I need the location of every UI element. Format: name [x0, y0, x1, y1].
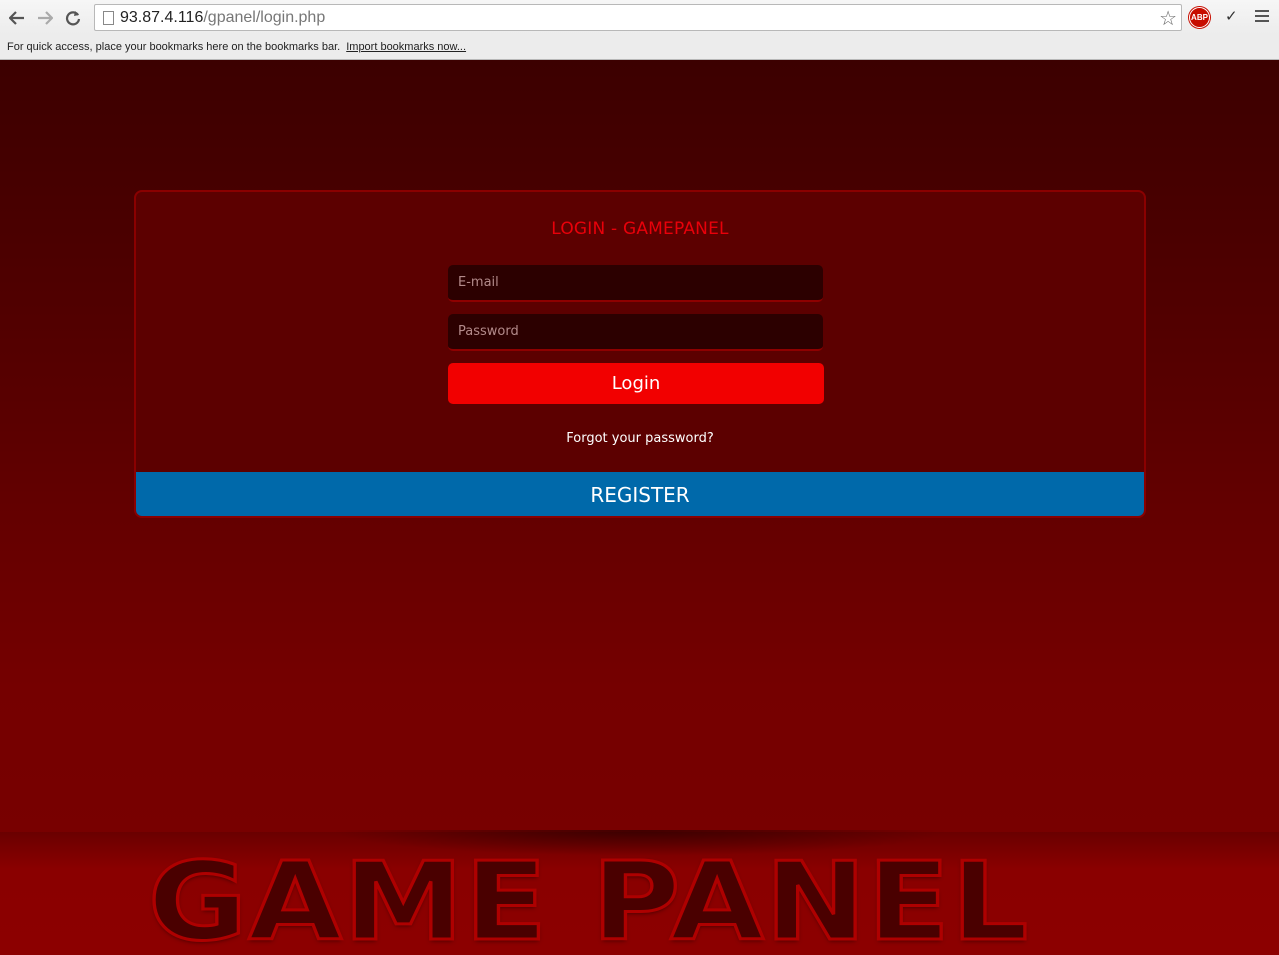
bookmarks-hint: For quick access, place your bookmarks h…: [7, 41, 341, 53]
password-placeholder: Password: [458, 324, 519, 339]
login-title: LOGIN - GAMEPANEL: [551, 219, 729, 239]
register-button[interactable]: REGISTER: [136, 472, 1144, 516]
address-bar[interactable]: 93.87.4.116/gpanel/login.php ☆: [94, 4, 1182, 31]
password-input[interactable]: Password: [448, 314, 823, 351]
checkmark-extension-icon[interactable]: ✓: [1225, 7, 1238, 25]
import-bookmarks-link[interactable]: Import bookmarks now...: [346, 41, 466, 53]
menu-icon[interactable]: [1255, 10, 1269, 25]
footer-banner: GAME PANEL: [0, 830, 1279, 955]
email-input[interactable]: E-mail: [448, 265, 823, 302]
email-placeholder: E-mail: [458, 275, 499, 290]
reload-icon[interactable]: [59, 4, 87, 32]
url-path: /gpanel/login.php: [203, 8, 326, 26]
bookmarks-bar: For quick access, place your bookmarks h…: [0, 35, 1279, 60]
page-icon: [103, 10, 114, 25]
browser-toolbar: 93.87.4.116/gpanel/login.php ☆ ABP ✓: [0, 0, 1279, 35]
forward-icon[interactable]: [31, 4, 59, 32]
adblock-icon[interactable]: ABP: [1189, 7, 1210, 28]
forgot-password-link[interactable]: Forgot your password?: [136, 431, 1144, 446]
url-host: 93.87.4.116: [120, 8, 204, 26]
login-card: LOGIN - GAMEPANEL E-mail Password Login …: [134, 190, 1146, 518]
bookmark-star-icon[interactable]: ☆: [1159, 6, 1177, 31]
game-panel-logo: GAME PANEL: [146, 840, 1030, 955]
login-button[interactable]: Login: [448, 363, 824, 404]
page-content: LOGIN - GAMEPANEL E-mail Password Login …: [0, 60, 1279, 955]
back-icon[interactable]: [3, 4, 31, 32]
